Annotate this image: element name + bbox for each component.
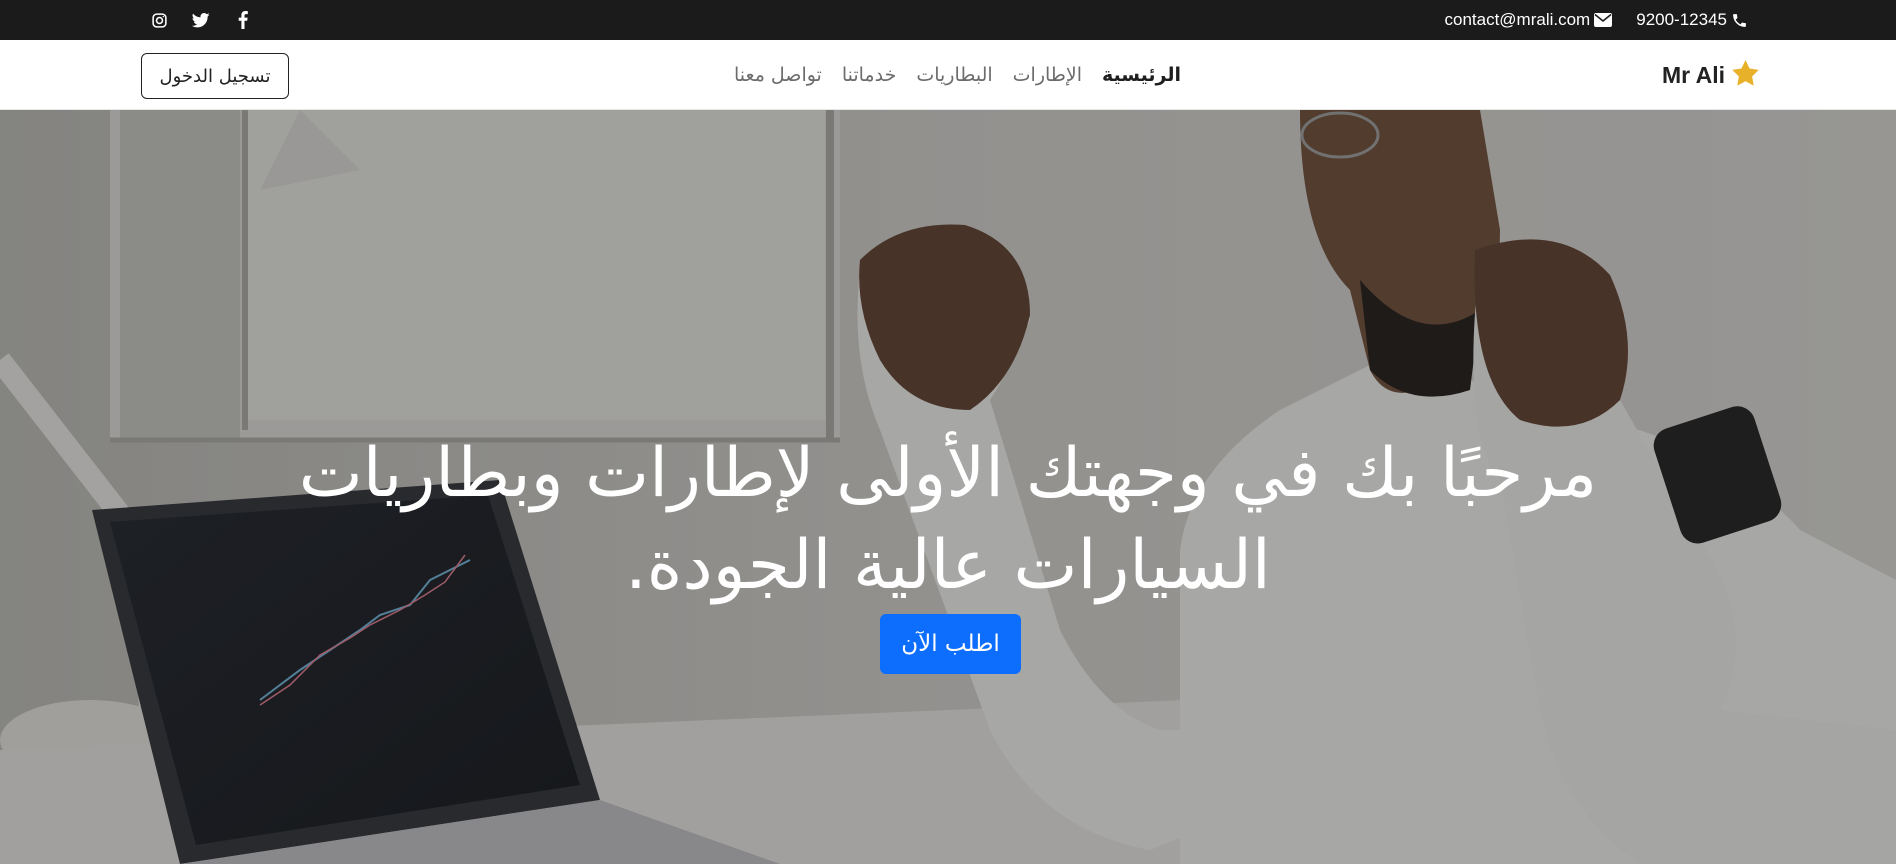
nav-link-batteries[interactable]: البطاريات bbox=[916, 64, 992, 86]
social-links bbox=[150, 0, 252, 40]
instagram-icon[interactable] bbox=[150, 11, 168, 29]
star-icon bbox=[1731, 59, 1760, 91]
hero-section: مرحبًا بك في وجهتك الأولى لإطارات وبطاري… bbox=[0, 110, 1896, 864]
nav-link-tires[interactable]: الإطارات bbox=[1013, 64, 1082, 86]
login-button[interactable]: تسجيل الدخول bbox=[141, 53, 289, 99]
facebook-icon[interactable] bbox=[234, 11, 252, 29]
nav-link-home[interactable]: الرئيسية bbox=[1102, 64, 1181, 86]
hero-title: مرحبًا بك في وجهتك الأولى لإطارات وبطاري… bbox=[298, 434, 1598, 605]
envelope-icon bbox=[1594, 13, 1613, 27]
brand-logo[interactable]: Mr Ali bbox=[1662, 40, 1760, 110]
phone-text[interactable]: 9200-12345 bbox=[1636, 10, 1727, 30]
email-text[interactable]: contact@mrali.com bbox=[1444, 10, 1590, 30]
contact-phone[interactable]: 9200-12345 bbox=[1636, 10, 1748, 30]
contact-info: contact@mrali.com 9200-12345 bbox=[1444, 0, 1748, 40]
twitter-icon[interactable] bbox=[192, 11, 210, 29]
phone-icon bbox=[1731, 12, 1748, 29]
top-bar: contact@mrali.com 9200-12345 bbox=[0, 0, 1896, 40]
brand-name[interactable]: Mr Ali bbox=[1662, 62, 1725, 89]
nav-menu: الرئيسية الإطارات البطاريات خدماتنا تواص… bbox=[734, 40, 1181, 110]
nav-link-services[interactable]: خدماتنا bbox=[842, 64, 897, 86]
order-now-button[interactable]: اطلب الآن bbox=[880, 614, 1021, 674]
main-navbar: Mr Ali الرئيسية الإطارات البطاريات خدمات… bbox=[0, 40, 1896, 110]
contact-email[interactable]: contact@mrali.com bbox=[1444, 10, 1613, 30]
nav-link-contact[interactable]: تواصل معنا bbox=[734, 64, 822, 86]
